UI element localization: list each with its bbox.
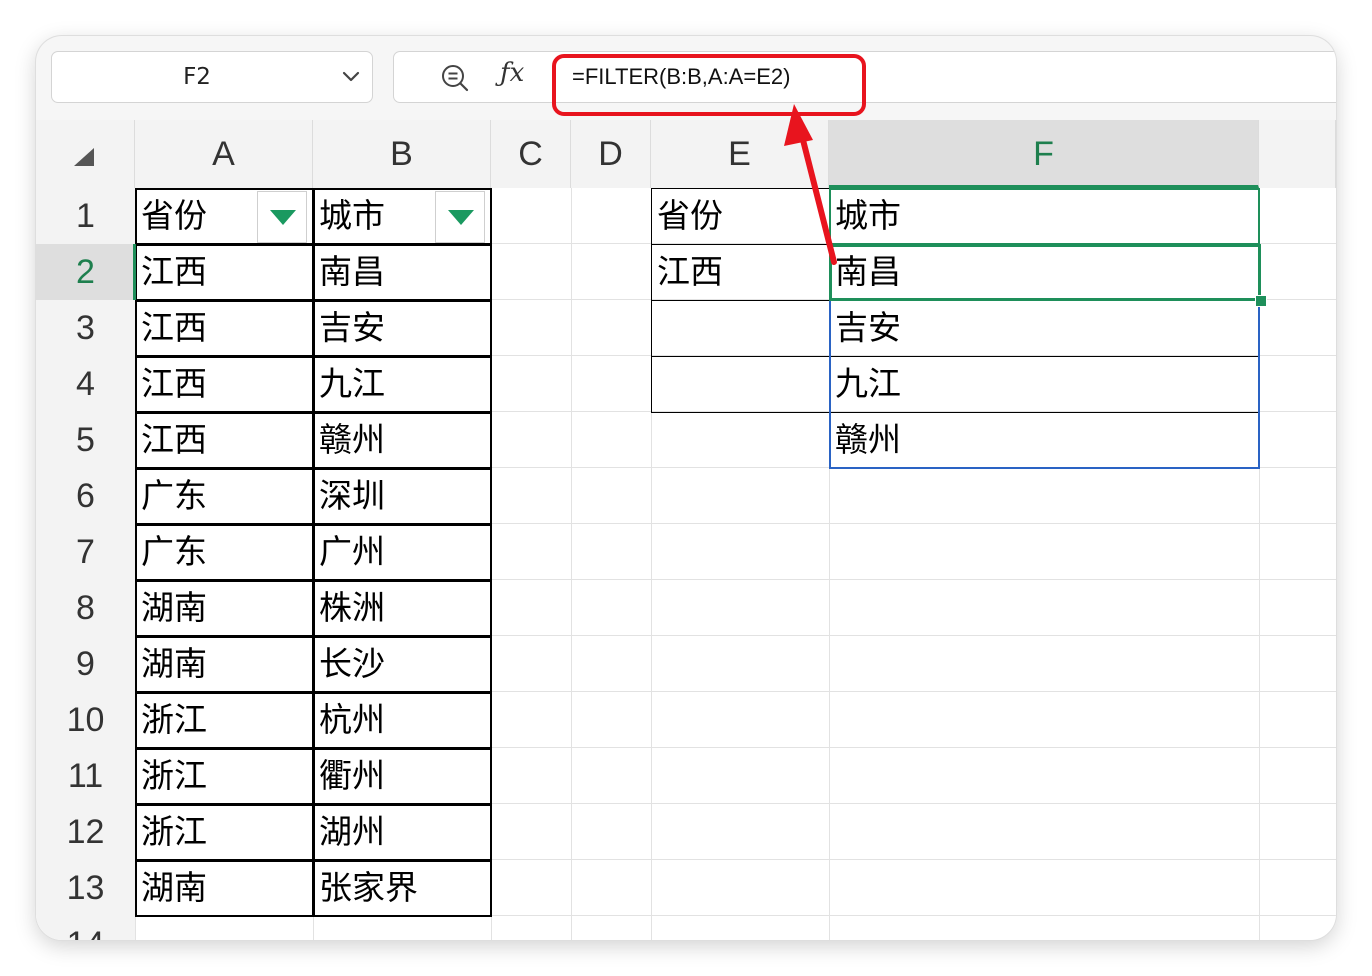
corner-triangle-icon	[74, 148, 94, 166]
table-border	[135, 804, 314, 861]
column-header-e[interactable]: E	[651, 120, 829, 188]
chevron-down-icon[interactable]	[340, 68, 362, 86]
row-header-14[interactable]: 14	[36, 916, 135, 940]
lookup-border	[651, 356, 830, 413]
column-header-a[interactable]: A	[135, 120, 313, 188]
row-header-11[interactable]: 11	[36, 748, 135, 804]
table-border	[313, 860, 492, 917]
column-header-c[interactable]: C	[491, 120, 571, 188]
spreadsheet-window: F2 ƒx =FILTER(B:B,A:A=E2) ABCDEF12345678…	[36, 36, 1336, 940]
row-header-13[interactable]: 13	[36, 860, 135, 916]
lookup-border	[651, 244, 830, 301]
table-border	[135, 356, 314, 413]
table-border	[135, 524, 314, 581]
table-border	[313, 468, 492, 525]
cell-grid[interactable]: ABCDEF1234567891011121314省份城市江西南昌江西吉安江西九…	[36, 120, 1336, 940]
table-border	[313, 804, 492, 861]
table-border	[313, 692, 492, 749]
row-header-10[interactable]: 10	[36, 692, 135, 748]
row-header-8[interactable]: 8	[36, 580, 135, 636]
table-border	[135, 580, 314, 637]
lookup-border	[651, 300, 830, 357]
fx-icon[interactable]: ƒx	[500, 58, 524, 88]
row-header-1[interactable]: 1	[36, 188, 135, 244]
row-header-5[interactable]: 5	[36, 412, 135, 468]
table-border	[135, 748, 314, 805]
row-header-2[interactable]: 2	[36, 244, 135, 300]
fill-handle[interactable]	[1255, 295, 1267, 307]
table-border	[313, 244, 492, 301]
filter-dropdown-icon	[270, 210, 296, 225]
name-box[interactable]: F2	[51, 51, 373, 103]
table-border	[313, 412, 492, 469]
table-border	[135, 860, 314, 917]
zoom-icon[interactable]	[440, 63, 470, 93]
table-border	[313, 580, 492, 637]
column-header-g[interactable]	[1259, 120, 1336, 188]
row-header-6[interactable]: 6	[36, 468, 135, 524]
table-border	[313, 300, 492, 357]
table-border	[135, 300, 314, 357]
row-header-7[interactable]: 7	[36, 524, 135, 580]
table-border	[135, 636, 314, 693]
table-border	[135, 468, 314, 525]
table-border	[313, 636, 492, 693]
filter-dropdown-a[interactable]	[257, 191, 307, 243]
row-2-indicator	[133, 244, 136, 300]
table-border	[135, 692, 314, 749]
row-header-4[interactable]: 4	[36, 356, 135, 412]
column-header-d[interactable]: D	[571, 120, 651, 188]
filter-dropdown-icon	[448, 210, 474, 225]
table-border	[135, 244, 314, 301]
name-box-value: F2	[183, 64, 211, 90]
lookup-border	[651, 188, 830, 245]
column-header-b[interactable]: B	[313, 120, 491, 188]
row-header-12[interactable]: 12	[36, 804, 135, 860]
table-border	[135, 412, 314, 469]
select-all-corner[interactable]	[36, 120, 135, 188]
formula-highlight-box	[552, 54, 866, 116]
table-border	[313, 356, 492, 413]
column-f-header-outline	[829, 188, 1260, 245]
row-header-3[interactable]: 3	[36, 300, 135, 356]
column-header-f[interactable]: F	[829, 120, 1259, 188]
active-cell-outline	[829, 244, 1261, 301]
filter-dropdown-b[interactable]	[435, 191, 485, 243]
table-border	[313, 748, 492, 805]
row-header-9[interactable]: 9	[36, 636, 135, 692]
column-gridline	[571, 188, 572, 940]
table-border	[313, 524, 492, 581]
